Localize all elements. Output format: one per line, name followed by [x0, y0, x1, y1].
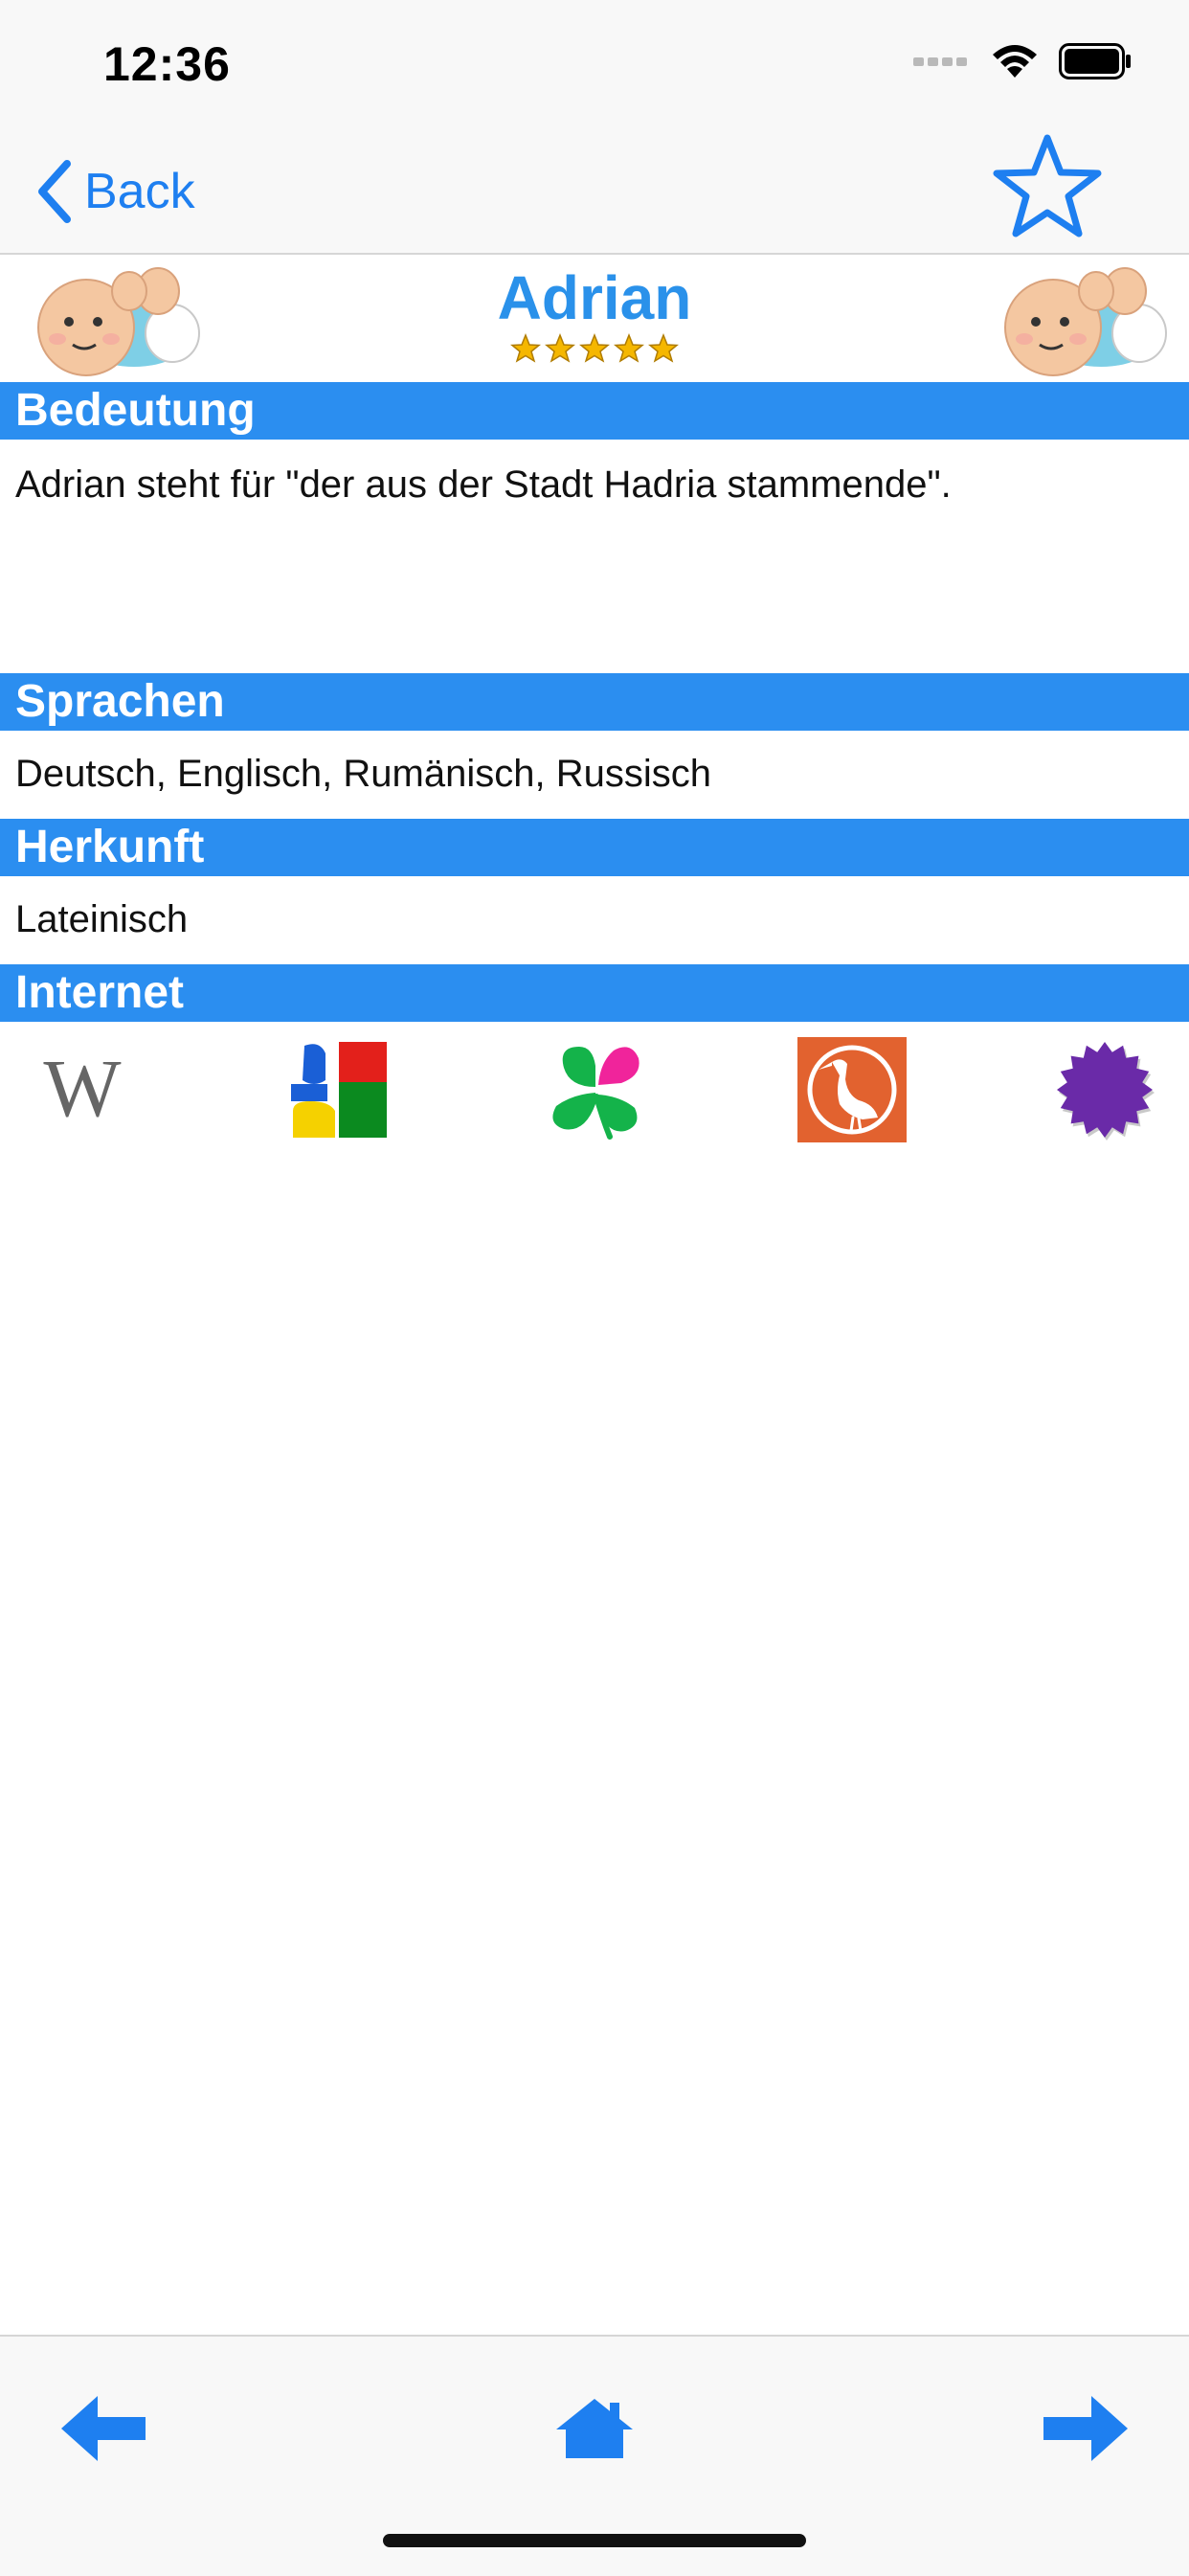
- bottom-toolbar: [0, 2335, 1189, 2576]
- meaning-text: Adrian steht für "der aus der Stadt Hadr…: [15, 463, 952, 506]
- back-button[interactable]: Back: [34, 153, 195, 230]
- home-icon: [556, 2399, 633, 2458]
- internet-links: W: [0, 1032, 1189, 1147]
- star-outline-icon: [993, 134, 1102, 237]
- status-icons: [913, 42, 1132, 80]
- rating-star-icon: [579, 333, 610, 363]
- stork-link[interactable]: [795, 1032, 909, 1147]
- google-icon: [291, 1042, 387, 1138]
- previous-name-button[interactable]: [46, 2381, 161, 2476]
- rating-star-icon: [510, 333, 541, 363]
- clover-icon: [552, 1047, 639, 1140]
- google-link[interactable]: [281, 1032, 396, 1147]
- cellular-signal-icon: [913, 57, 967, 66]
- arrow-left-icon: [61, 2396, 146, 2461]
- name-header: Adrian: [0, 255, 1189, 381]
- section-header-internet: Internet: [0, 964, 1189, 1022]
- wikipedia-link[interactable]: W: [25, 1032, 140, 1147]
- rating-star-icon: [614, 333, 644, 363]
- home-button[interactable]: [537, 2381, 652, 2476]
- origin-text: Lateinisch: [15, 898, 189, 940]
- section-header-origin: Herkunft: [0, 819, 1189, 876]
- rating-star-icon: [545, 333, 575, 363]
- section-header-languages: Sprachen: [0, 673, 1189, 731]
- home-indicator: [383, 2534, 806, 2547]
- wikipedia-icon: W: [43, 1047, 121, 1133]
- purple-seal-link[interactable]: [1047, 1032, 1162, 1147]
- rating-star-icon: [648, 333, 679, 363]
- chevron-left-icon: [38, 160, 71, 223]
- wikipedia-glyph: W: [43, 1047, 121, 1133]
- next-name-button[interactable]: [1028, 2381, 1143, 2476]
- languages-text: Deutsch, Englisch, Rumänisch, Russisch: [15, 753, 711, 795]
- purple-seal-icon: [1057, 1042, 1155, 1141]
- section-header-meaning: Bedeutung: [0, 382, 1189, 440]
- wifi-icon: [993, 45, 1037, 78]
- back-button-label: Back: [84, 164, 195, 219]
- clover-link[interactable]: [538, 1032, 653, 1147]
- top-navigation-bar: 12:36 Back: [0, 0, 1189, 255]
- baby-illustration-icon: [1004, 267, 1167, 376]
- favorite-button[interactable]: [990, 132, 1105, 243]
- status-time: 12:36: [103, 37, 231, 91]
- arrow-right-icon: [1043, 2396, 1128, 2461]
- battery-icon: [1059, 43, 1131, 79]
- stork-icon: [797, 1037, 907, 1142]
